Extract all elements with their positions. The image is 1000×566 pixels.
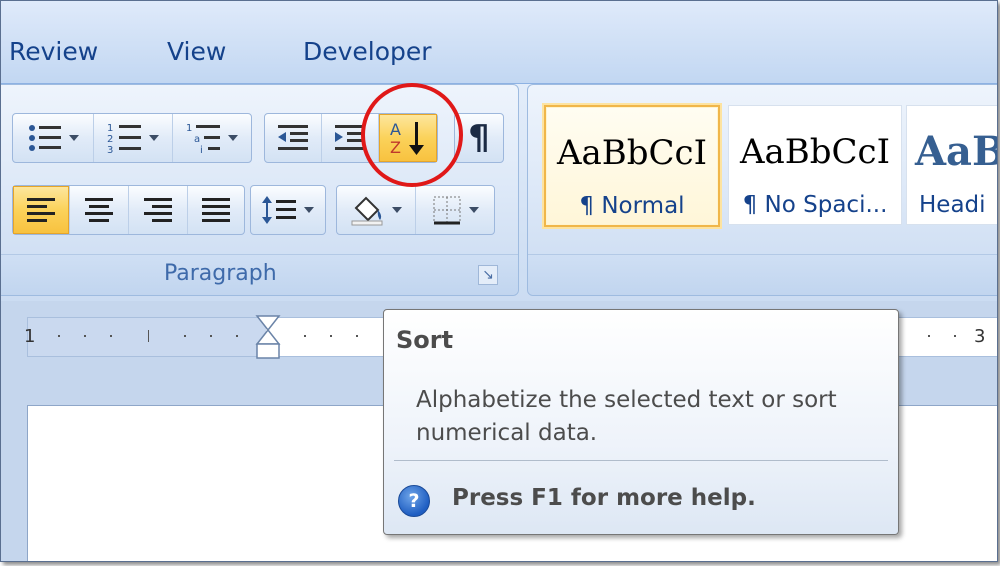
style-name: ¶ Normal <box>579 193 685 219</box>
help-icon: ? <box>398 485 430 517</box>
chevron-down-icon[interactable] <box>392 207 402 213</box>
svg-text:3: 3 <box>107 145 113 155</box>
svg-text:a: a <box>194 134 200 145</box>
ribbon-tab-bar: Review View Developer <box>1 1 997 83</box>
styles-group-caption <box>528 254 997 295</box>
pilcrow-icon: ¶ <box>468 118 490 158</box>
styles-group: AaBbCcI ¶ Normal AaBbCcI ¶ No Spaci... A… <box>527 84 998 296</box>
style-sample: AaBbCcI <box>739 132 891 172</box>
ribbon: Paragraph ↘ 1 2 3 1 a i A Z ¶ AaBbCcI ¶ … <box>1 83 997 302</box>
tooltip-title: Sort <box>396 326 454 354</box>
paint-bucket-icon <box>351 196 383 226</box>
line-spacing-row <box>250 185 326 235</box>
svg-text:Z: Z <box>390 138 401 157</box>
shading-button[interactable] <box>337 186 416 234</box>
increase-indent-button[interactable] <box>322 114 379 162</box>
chevron-down-icon[interactable] <box>149 135 159 141</box>
chevron-down-icon[interactable] <box>469 207 479 213</box>
tab-review[interactable]: Review <box>9 37 98 66</box>
bullets-icon <box>29 125 61 151</box>
align-left-icon <box>27 198 55 222</box>
indent-marker-icon[interactable] <box>255 314 281 364</box>
paragraph-group-label: Paragraph <box>164 261 277 286</box>
chevron-down-icon[interactable] <box>69 135 79 141</box>
dialog-launcher-icon[interactable]: ↘ <box>478 265 498 285</box>
tooltip-divider <box>394 460 888 461</box>
line-spacing-icon <box>262 196 296 224</box>
align-center-button[interactable] <box>70 186 129 234</box>
align-left-button[interactable] <box>13 186 70 234</box>
sort-button[interactable]: A Z <box>379 114 437 162</box>
numbering-icon: 1 2 3 <box>107 123 141 155</box>
align-right-icon <box>144 198 172 222</box>
style-sample: AaB <box>915 128 998 175</box>
justify-icon <box>202 198 230 222</box>
style-sample: AaBbCcI <box>556 133 708 173</box>
sort-az-icon: A Z <box>390 120 424 157</box>
decrease-indent-button[interactable] <box>265 114 322 162</box>
style-normal[interactable]: AaBbCcI ¶ Normal <box>544 105 720 227</box>
svg-text:i: i <box>200 145 203 155</box>
increase-indent-icon <box>335 125 365 150</box>
numbering-button[interactable]: 1 2 3 <box>94 114 173 162</box>
chevron-down-icon[interactable] <box>304 207 314 213</box>
alignment-row <box>12 185 245 235</box>
tooltip-help-text: Press F1 for more help. <box>452 485 756 511</box>
show-hide-row: ¶ <box>454 113 504 163</box>
multilevel-list-icon: 1 a i <box>186 123 220 155</box>
style-no-spacing[interactable]: AaBbCcI ¶ No Spaci... <box>728 105 902 225</box>
ruler-number: 3 <box>974 326 986 347</box>
style-name: ¶ No Spaci... <box>742 192 888 218</box>
list-buttons-row: 1 2 3 1 a i <box>12 113 252 163</box>
ruler-margin <box>28 318 266 356</box>
paragraph-group: Paragraph ↘ 1 2 3 1 a i A Z ¶ <box>1 84 519 296</box>
line-spacing-button[interactable] <box>251 186 325 234</box>
style-name: Headi <box>919 192 986 218</box>
show-hide-button[interactable]: ¶ <box>455 114 503 162</box>
svg-text:1: 1 <box>186 123 192 134</box>
borders-icon <box>433 196 461 225</box>
svg-text:2: 2 <box>107 134 113 145</box>
style-heading[interactable]: AaB Headi <box>906 105 998 225</box>
ruler-number: 1 <box>24 326 36 347</box>
shading-borders-row <box>336 185 495 235</box>
tab-developer[interactable]: Developer <box>303 37 432 66</box>
align-right-button[interactable] <box>129 186 188 234</box>
svg-text:1: 1 <box>107 123 113 134</box>
tooltip-body: Alphabetize the selected text or sort nu… <box>416 387 837 446</box>
indent-sort-row: A Z <box>264 113 438 163</box>
multilevel-list-button[interactable]: 1 a i <box>173 114 251 162</box>
chevron-down-icon[interactable] <box>228 135 238 141</box>
svg-text:A: A <box>390 120 401 139</box>
tab-view[interactable]: View <box>167 37 226 66</box>
justify-button[interactable] <box>188 186 244 234</box>
align-center-icon <box>85 198 113 222</box>
sort-tooltip: Sort Alphabetize the selected text or so… <box>383 309 899 535</box>
bullets-button[interactable] <box>13 114 94 162</box>
borders-button[interactable] <box>416 186 494 234</box>
decrease-indent-icon <box>278 125 308 150</box>
